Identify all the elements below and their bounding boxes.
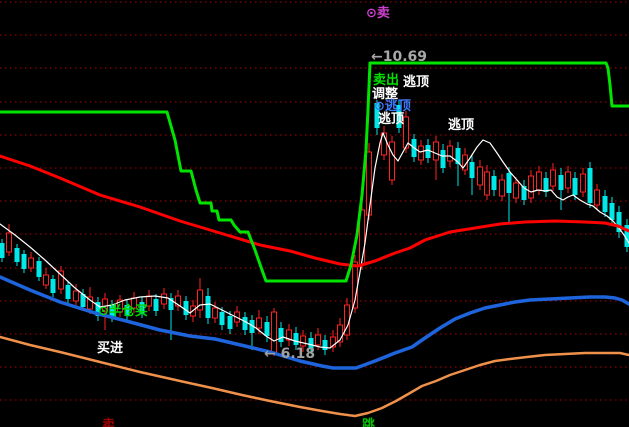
candle-body-up <box>478 167 483 185</box>
candle-body-down <box>426 145 431 158</box>
candle-body-up <box>213 308 218 318</box>
candle-body-down <box>507 173 512 193</box>
candle-body-up <box>529 176 534 198</box>
indicator-line-blue-ma <box>0 277 629 368</box>
candle-body-up <box>103 299 108 311</box>
candle-body-up <box>74 291 79 301</box>
candle-body-down <box>140 302 145 314</box>
candle-body-down <box>228 316 233 329</box>
chart-canvas <box>0 0 629 427</box>
candle-body-up <box>514 183 519 198</box>
candle-body-up <box>434 142 439 160</box>
candle-body-down <box>610 203 615 220</box>
candle-body-down <box>265 322 270 336</box>
candle-body-down <box>375 103 380 128</box>
candle-body-up <box>500 180 505 196</box>
candle-body-down <box>323 340 328 350</box>
candle-body-down <box>154 299 159 311</box>
candle-body-up <box>7 233 12 252</box>
candle-body-up <box>272 312 277 352</box>
stock-chart: ⊙卖←10.69卖出逃顶调整⊙逃顶逃顶逃顶⊙半仓买买进← 6.18卖跳 <box>0 0 629 427</box>
candle-body-up <box>390 142 395 180</box>
candle-body-up <box>537 172 542 190</box>
candle-body-down <box>559 175 564 190</box>
candle-body-down <box>603 196 608 212</box>
indicator-line-green-band <box>0 63 629 281</box>
candle-body-up <box>551 170 556 186</box>
candle-body-down <box>544 178 549 192</box>
candle-body-up <box>147 296 152 306</box>
candle-body-down <box>492 176 497 190</box>
candle-body-up <box>581 174 586 192</box>
candle-body-down <box>397 105 402 128</box>
candle-body-down <box>573 178 578 195</box>
candle-body-down <box>125 305 130 316</box>
candle-body-up <box>448 146 453 161</box>
candle-body-up <box>367 152 372 215</box>
candle-body-down <box>588 168 593 203</box>
candle-body-up <box>566 172 571 188</box>
candle-body-up <box>44 275 49 285</box>
candle-body-up <box>132 298 137 308</box>
indicator-line-red-ma <box>0 156 629 266</box>
candle-body-up <box>301 336 306 346</box>
candle-body-up <box>162 294 167 304</box>
candle-body-down <box>279 328 284 342</box>
candle-body-down <box>441 150 446 168</box>
candle-body-up <box>257 318 262 328</box>
candle-body-down <box>15 248 20 262</box>
candle-body-down <box>206 296 211 318</box>
candle-body-down <box>309 338 314 349</box>
candle-body-down <box>470 162 475 178</box>
candle-body-up <box>316 335 321 345</box>
candle-body-up <box>419 146 424 160</box>
candle-body-down <box>22 254 27 269</box>
candle-body-down <box>66 285 71 299</box>
indicator-line-white-ma <box>0 133 629 348</box>
candle-body-down <box>184 301 189 315</box>
candle-body-down <box>294 333 299 345</box>
indicator-line-orange-band <box>0 337 629 416</box>
candle-body-down <box>51 279 56 293</box>
candle-body-down <box>37 261 42 277</box>
candle-body-down <box>243 317 248 330</box>
candle-body-up <box>485 172 490 195</box>
candle-body-up <box>29 258 34 268</box>
candle-body-down <box>0 243 5 258</box>
candle-body-up <box>595 190 600 205</box>
candle-body-down <box>220 312 225 325</box>
